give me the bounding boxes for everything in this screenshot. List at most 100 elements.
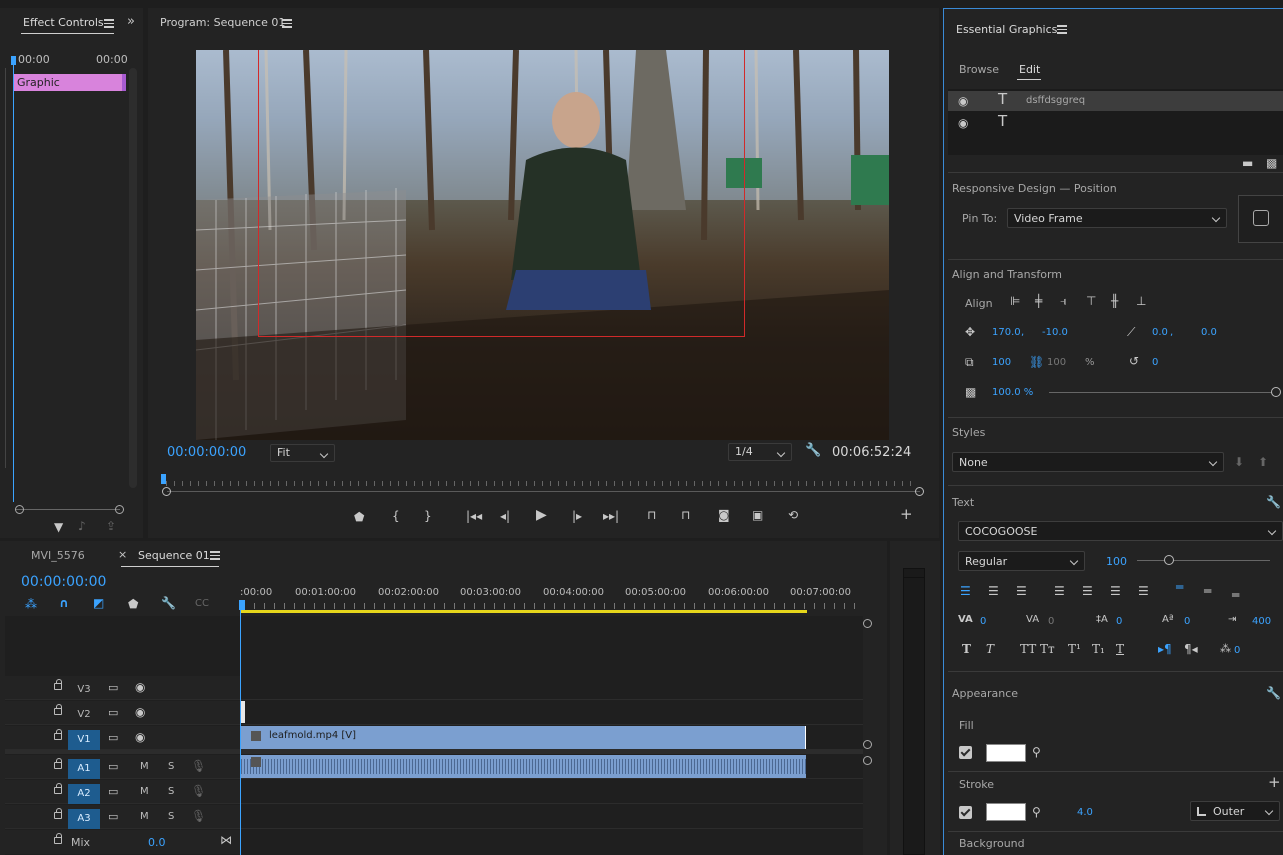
lock-icon[interactable] xyxy=(54,783,62,794)
align-left-icon[interactable]: ⊫ xyxy=(1010,295,1020,307)
vscroll-audio-top[interactable] xyxy=(863,756,872,765)
audio-clip[interactable] xyxy=(241,755,806,778)
export-frame-icon[interactable]: ◙ xyxy=(718,509,730,521)
insert-icon[interactable]: ▣ xyxy=(752,509,763,521)
video-frame[interactable] xyxy=(196,50,889,440)
stroke-width-value[interactable]: 4.0 xyxy=(1077,807,1093,818)
opacity-slider[interactable] xyxy=(1049,392,1274,393)
step-back-icon[interactable]: ◂| xyxy=(500,510,510,522)
mute-button[interactable]: M xyxy=(140,761,149,772)
ec-zoom-handle-left[interactable] xyxy=(15,505,24,514)
lock-icon[interactable] xyxy=(54,704,62,715)
toggle-sync-icon[interactable]: ▭ xyxy=(108,786,118,798)
eyedropper-icon[interactable]: ⚲ xyxy=(1032,746,1041,758)
track-name[interactable]: V1 xyxy=(68,730,100,750)
anchor-y[interactable]: 0.0 xyxy=(1201,327,1217,338)
position-x[interactable]: 170.0 xyxy=(992,327,1021,338)
ltr-text-icon[interactable]: ▸¶ xyxy=(1158,643,1172,655)
justify-right-icon[interactable]: ☰ xyxy=(1110,585,1121,597)
kerning-value[interactable]: 0 xyxy=(980,616,986,627)
eye-icon[interactable]: ◉ xyxy=(135,731,145,743)
video-clip[interactable]: leafmold.mp4 [V] xyxy=(241,726,806,749)
justify-center-icon[interactable]: ☰ xyxy=(1082,585,1093,597)
mute-button[interactable]: M xyxy=(140,786,149,797)
font-dropdown[interactable]: COCOGOOSE xyxy=(958,521,1283,541)
wrench-icon[interactable]: 🔧 xyxy=(805,444,821,457)
ec-zoom-bar[interactable] xyxy=(16,509,120,510)
opacity-value[interactable]: 100.0 % xyxy=(992,387,1033,398)
mix-end-icon[interactable]: ⋈ xyxy=(220,834,232,846)
small-caps-icon[interactable]: Tт xyxy=(1040,643,1055,655)
align-right-icon[interactable]: ⫣ xyxy=(1060,295,1067,307)
position-y[interactable]: -10.0 xyxy=(1042,327,1068,338)
faux-bold-icon[interactable]: T xyxy=(962,643,971,655)
program-menu-icon[interactable] xyxy=(282,19,292,28)
toggle-sync-icon[interactable]: ▭ xyxy=(108,732,118,744)
go-to-out-icon[interactable]: ▸▸| xyxy=(603,510,619,522)
pin-diagram[interactable] xyxy=(1238,195,1283,243)
graphic-clip-v2[interactable] xyxy=(241,701,245,723)
align-text-middle-icon[interactable]: ═ xyxy=(1204,585,1211,597)
audio-icon[interactable]: ♪ xyxy=(78,520,86,532)
fill-color-swatch[interactable] xyxy=(986,744,1026,762)
timeline-settings-icon[interactable]: 🔧 xyxy=(161,597,176,609)
link-icon[interactable]: ⛓ xyxy=(1029,356,1044,368)
ec-clip-bar[interactable]: Graphic xyxy=(14,74,126,91)
push-style-up-icon[interactable]: ⬆ xyxy=(1258,456,1268,468)
opacity-slider-knob[interactable] xyxy=(1271,387,1281,397)
subscript-icon[interactable]: T₁ xyxy=(1092,643,1105,655)
underline-icon[interactable]: T xyxy=(1116,643,1124,655)
microphone-icon[interactable]: 🎙 xyxy=(191,760,206,772)
font-size-slider-knob[interactable] xyxy=(1164,555,1174,565)
snap-icon[interactable]: ∩ xyxy=(59,597,69,609)
zoom-dropdown[interactable]: Fit xyxy=(270,444,335,462)
align-text-bottom-icon[interactable]: ═ xyxy=(1232,589,1239,601)
tab-mvi-5576[interactable]: MVI_5576 xyxy=(31,549,85,562)
font-style-dropdown[interactable]: Regular xyxy=(958,551,1085,571)
panel-menu-icon[interactable] xyxy=(104,19,114,28)
mix-value[interactable]: 0.0 xyxy=(148,836,166,849)
program-timecode[interactable]: 00:00:00:00 xyxy=(167,445,246,460)
eye-icon[interactable]: ◉ xyxy=(958,117,968,129)
baseline-shift-value[interactable]: 0 xyxy=(1184,616,1190,627)
captions-icon[interactable]: CC xyxy=(195,598,209,610)
tab-edit[interactable]: Edit xyxy=(1019,63,1040,76)
add-marker-timeline-icon[interactable]: ⬟ xyxy=(128,598,138,610)
push-style-down-icon[interactable]: ⬇ xyxy=(1234,456,1244,468)
scale-value[interactable]: 100 xyxy=(992,357,1011,368)
new-layer-icon[interactable]: ▩ xyxy=(1266,157,1277,169)
add-stroke-icon[interactable]: + xyxy=(1268,775,1281,790)
anchor-x[interactable]: 0.0 xyxy=(1152,327,1168,338)
work-area-bar[interactable] xyxy=(241,610,807,613)
step-forward-icon[interactable]: |▸ xyxy=(572,510,582,522)
tab-sequence-01[interactable]: Sequence 01 xyxy=(138,549,210,562)
linked-selection-icon[interactable]: ◩ xyxy=(93,597,104,609)
align-top-icon[interactable]: ⊤ xyxy=(1086,295,1096,307)
track-name[interactable]: A2 xyxy=(68,784,100,804)
export-icon[interactable]: ⇪ xyxy=(106,520,116,532)
style-dropdown[interactable]: None xyxy=(952,452,1224,472)
solo-button[interactable]: S xyxy=(168,811,174,822)
mute-button[interactable]: M xyxy=(140,811,149,822)
align-text-top-icon[interactable]: ═ xyxy=(1176,581,1183,593)
toggle-sync-icon[interactable]: ▭ xyxy=(108,811,118,823)
timeline-menu-icon[interactable] xyxy=(210,551,220,560)
solo-button[interactable]: S xyxy=(168,761,174,772)
align-text-right-icon[interactable]: ☰ xyxy=(1016,585,1027,597)
program-zoom-right[interactable] xyxy=(915,487,924,496)
fill-checkbox[interactable] xyxy=(959,746,972,759)
eye-icon[interactable]: ◉ xyxy=(135,681,145,693)
lock-icon[interactable] xyxy=(54,758,62,769)
vscroll-video-bottom[interactable] xyxy=(863,740,872,749)
font-size-slider[interactable] xyxy=(1137,560,1270,561)
ec-scrollbar[interactable] xyxy=(129,68,137,488)
program-zoom-bar[interactable] xyxy=(167,491,920,492)
all-caps-icon[interactable]: TT xyxy=(1020,643,1036,655)
rotation-value[interactable]: 0 xyxy=(1152,357,1158,368)
nest-icon[interactable]: ⁂ xyxy=(25,598,37,610)
overwrite-icon[interactable]: ⟲ xyxy=(788,509,798,521)
lift-icon[interactable]: ⊓ xyxy=(647,509,656,521)
baseline-adjust-value[interactable]: 0 xyxy=(1234,645,1240,656)
rtl-text-icon[interactable]: ¶◂ xyxy=(1184,643,1198,655)
align-text-left-icon[interactable]: ☰ xyxy=(960,585,971,597)
